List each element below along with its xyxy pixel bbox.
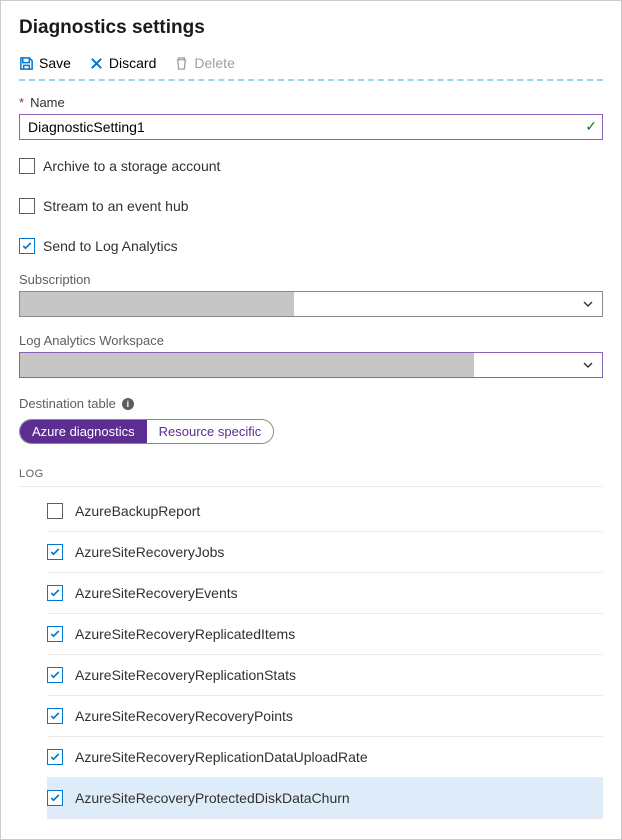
log-item: AzureSiteRecoveryJobs [47, 532, 603, 573]
log-checkbox[interactable] [47, 790, 63, 806]
log-item: AzureSiteRecoveryReplicatedItems [47, 614, 603, 655]
loganalytics-row: Send to Log Analytics [19, 238, 603, 254]
log-item-label: AzureSiteRecoveryProtectedDiskDataChurn [75, 790, 350, 806]
eventhub-label: Stream to an event hub [43, 198, 189, 214]
trash-icon [174, 56, 189, 71]
discard-label: Discard [109, 55, 156, 71]
log-item-label: AzureSiteRecoveryReplicationStats [75, 667, 296, 683]
archive-row: Archive to a storage account [19, 158, 603, 174]
archive-checkbox[interactable] [19, 158, 35, 174]
delete-label: Delete [194, 55, 234, 71]
discard-button[interactable]: Discard [89, 55, 156, 71]
eventhub-row: Stream to an event hub [19, 198, 603, 214]
log-item: AzureSiteRecoveryReplicationDataUploadRa… [47, 737, 603, 778]
log-item-label: AzureSiteRecoveryReplicatedItems [75, 626, 295, 642]
log-item: AzureSiteRecoveryProtectedDiskDataChurn [47, 778, 603, 819]
name-label-row: * Name [19, 95, 603, 110]
log-item: AzureSiteRecoveryRecoveryPoints [47, 696, 603, 737]
log-checkbox[interactable] [47, 749, 63, 765]
loganalytics-label: Send to Log Analytics [43, 238, 178, 254]
log-item: AzureSiteRecoveryReplicationStats [47, 655, 603, 696]
log-item-label: AzureSiteRecoveryJobs [75, 544, 224, 560]
log-item: AzureBackupReport [47, 491, 603, 532]
page-title: Diagnostics settings [19, 17, 603, 39]
workspace-label: Log Analytics Workspace [19, 333, 603, 348]
log-checkbox[interactable] [47, 544, 63, 560]
delete-button: Delete [174, 55, 234, 71]
log-item-label: AzureSiteRecoveryEvents [75, 585, 238, 601]
info-icon[interactable]: i [122, 398, 134, 410]
close-icon [89, 56, 104, 71]
subscription-redacted [20, 292, 294, 316]
toolbar: Save Discard Delete [19, 51, 603, 81]
destination-option-azure-diagnostics[interactable]: Azure diagnostics [20, 420, 147, 443]
required-asterisk: * [19, 95, 24, 110]
log-checkbox[interactable] [47, 626, 63, 642]
loganalytics-checkbox[interactable] [19, 238, 35, 254]
log-item-label: AzureSiteRecoveryReplicationDataUploadRa… [75, 749, 368, 765]
log-list: AzureBackupReport AzureSiteRecoveryJobs Az… [47, 491, 603, 819]
workspace-select[interactable] [19, 352, 603, 378]
eventhub-checkbox[interactable] [19, 198, 35, 214]
log-checkbox[interactable] [47, 503, 63, 519]
subscription-select[interactable] [19, 291, 603, 317]
save-button[interactable]: Save [19, 55, 71, 71]
log-checkbox[interactable] [47, 667, 63, 683]
log-checkbox[interactable] [47, 708, 63, 724]
log-item-label: AzureBackupReport [75, 503, 200, 519]
log-section-header: LOG [19, 468, 603, 487]
chevron-down-icon [582, 297, 594, 315]
archive-label: Archive to a storage account [43, 158, 220, 174]
destination-option-resource-specific[interactable]: Resource specific [147, 420, 274, 443]
save-label: Save [39, 55, 71, 71]
destination-table-toggle: Azure diagnostics Resource specific [19, 419, 274, 444]
name-input[interactable] [19, 114, 603, 140]
chevron-down-icon [582, 358, 594, 376]
save-icon [19, 56, 34, 71]
name-label: Name [30, 95, 65, 110]
valid-check-icon: ✓ [585, 118, 597, 135]
log-item: AzureSiteRecoveryEvents [47, 573, 603, 614]
destination-table-label: Destination table [19, 396, 116, 411]
log-checkbox[interactable] [47, 585, 63, 601]
workspace-redacted [20, 353, 474, 377]
log-item-label: AzureSiteRecoveryRecoveryPoints [75, 708, 293, 724]
subscription-label: Subscription [19, 272, 603, 287]
